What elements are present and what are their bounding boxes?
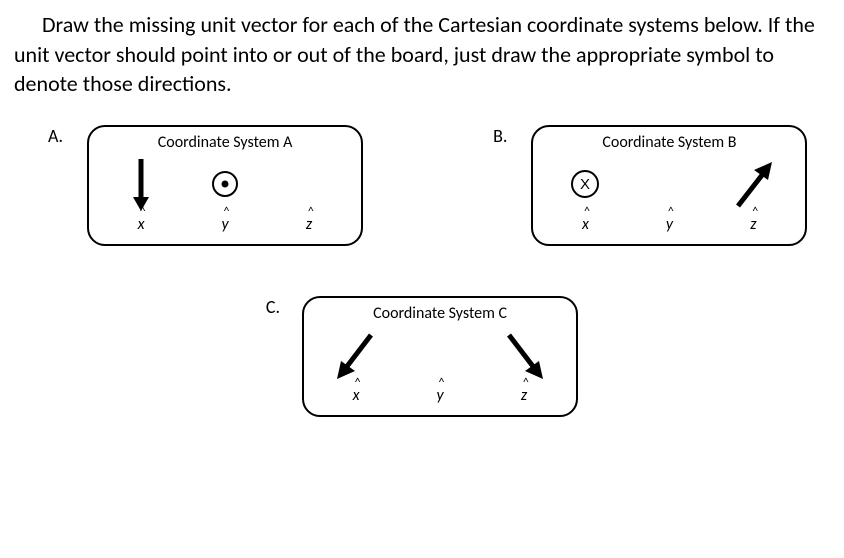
part-a-label: A. <box>48 125 63 147</box>
vec-b-x: X x <box>557 155 613 234</box>
axis-x-label: x <box>138 215 145 234</box>
card-a-title: Coordinate System A <box>107 133 343 152</box>
part-b-label: B. <box>493 125 507 147</box>
part-c: C. Coordinate System C x y <box>266 296 578 417</box>
axis-x-label: x <box>353 386 360 405</box>
axis-z-label: z <box>521 386 527 405</box>
card-a: Coordinate System A x <box>87 125 363 246</box>
axis-x-label: x <box>582 215 589 234</box>
vec-b-z: z <box>725 155 781 234</box>
vec-a-y: y <box>197 155 253 234</box>
axis-y-label: y <box>222 215 229 234</box>
axis-y-label: y <box>437 386 444 405</box>
vec-c-y: y <box>412 326 468 405</box>
question-text: Draw the missing unit vector for each of… <box>14 10 830 99</box>
part-a: A. Coordinate System A x <box>48 125 363 246</box>
card-c-title: Coordinate System C <box>322 304 558 323</box>
vec-a-x: x <box>113 155 169 234</box>
part-c-label: C. <box>266 296 280 318</box>
vec-c-z: z <box>496 326 552 405</box>
axis-z-label: z <box>306 215 312 234</box>
part-b: B. Coordinate System B X x y <box>493 125 807 246</box>
card-c: Coordinate System C x y <box>302 296 578 417</box>
vec-a-z: z <box>281 155 337 234</box>
axis-y-label: y <box>666 215 673 234</box>
vec-b-y: y <box>641 155 697 234</box>
card-b-title: Coordinate System B <box>551 133 787 152</box>
svg-text:X: X <box>580 176 590 193</box>
card-b: Coordinate System B X x y <box>531 125 807 246</box>
axis-z-label: z <box>750 215 756 234</box>
vec-c-x: x <box>328 326 384 405</box>
